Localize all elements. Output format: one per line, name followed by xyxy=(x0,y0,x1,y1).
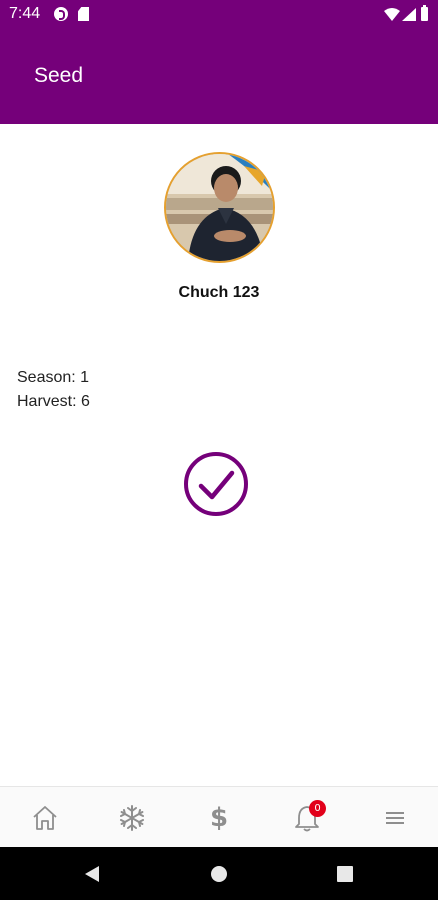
system-home-button[interactable] xyxy=(194,847,244,900)
signal-icon xyxy=(402,8,416,21)
dollar-icon: $ xyxy=(209,802,229,833)
status-bar: 7:44 xyxy=(0,0,438,30)
nav-notifications[interactable]: 0 xyxy=(277,787,337,848)
check-circle-icon xyxy=(184,452,248,516)
back-icon xyxy=(85,865,99,882)
app-bar: Seed xyxy=(0,30,438,124)
confirm-button[interactable] xyxy=(183,451,249,517)
system-recents-button[interactable] xyxy=(320,847,370,900)
notification-badge: 0 xyxy=(309,800,326,817)
nav-menu[interactable] xyxy=(365,787,425,848)
sd-card-icon xyxy=(78,7,89,21)
home-icon xyxy=(33,805,57,830)
nav-dollar[interactable]: $ xyxy=(189,787,249,848)
recents-icon xyxy=(337,865,353,882)
page-title: Seed xyxy=(34,64,84,87)
menu-icon xyxy=(386,811,404,824)
user-name: Chuch 123 xyxy=(178,284,260,301)
status-time: 7:44 xyxy=(9,5,41,22)
snowflake-icon xyxy=(120,804,144,831)
avatar xyxy=(164,152,275,263)
system-nav-bar xyxy=(0,847,438,900)
wifi-icon xyxy=(384,8,400,21)
home-circle-icon xyxy=(211,865,227,882)
season-label: Season: 1 xyxy=(17,369,90,386)
avatar-photo xyxy=(166,154,273,261)
bottom-nav: $ 0 xyxy=(0,786,438,848)
harvest-label: Harvest: 6 xyxy=(17,393,90,410)
system-back-button[interactable] xyxy=(67,847,117,900)
data-saver-icon xyxy=(54,7,68,21)
nav-home[interactable] xyxy=(15,787,75,848)
battery-icon xyxy=(421,5,428,21)
nav-snowflake[interactable] xyxy=(102,787,162,848)
